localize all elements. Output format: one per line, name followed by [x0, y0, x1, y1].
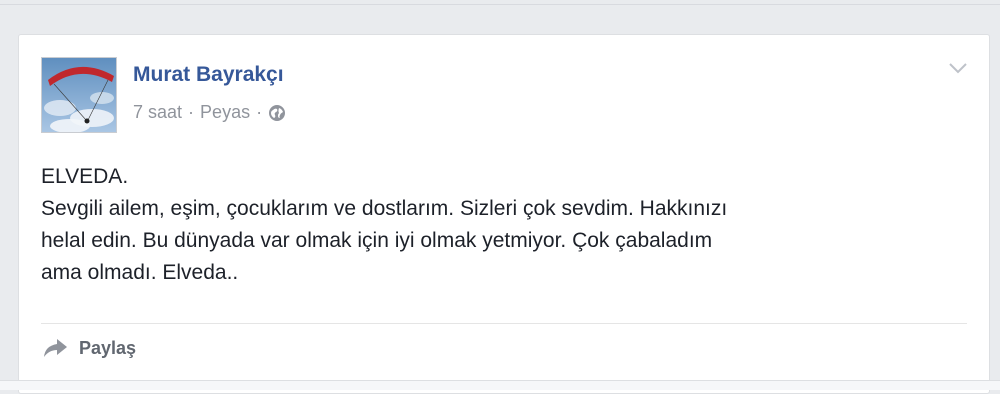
share-label: Paylaş: [79, 337, 137, 358]
meta-separator: ·: [256, 102, 263, 122]
share-button[interactable]: Paylaş: [41, 337, 136, 359]
post-text-line: helal edin. Bu dünyada var olmak için iy…: [41, 229, 713, 252]
post-text-line: Sevgili ailem, eşim, çocuklarım ve dostl…: [41, 197, 728, 220]
post-text: ELVEDA. Sevgili ailem, eşim, çocuklarım …: [41, 161, 971, 289]
avatar-paraglider-image: [42, 58, 116, 132]
divider: [41, 323, 967, 324]
post-meta: 7 saat · Peyas ·: [133, 102, 286, 123]
post-location[interactable]: Peyas: [200, 102, 250, 123]
avatar[interactable]: [41, 57, 117, 133]
post-text-line: ama olmadı. Elveda..: [41, 261, 239, 284]
post-card: Murat Bayrakçı 7 saat · Peyas · ELVEDA. …: [18, 34, 990, 394]
post-time[interactable]: 7 saat: [133, 102, 182, 123]
post-text-line: ELVEDA.: [41, 165, 129, 188]
globe-icon[interactable]: [268, 104, 286, 122]
author-name[interactable]: Murat Bayrakçı: [133, 63, 284, 87]
share-arrow-icon: [41, 337, 69, 359]
top-strip: [0, 0, 1000, 5]
chevron-down-icon[interactable]: [947, 59, 969, 77]
meta-separator: ·: [188, 102, 195, 122]
